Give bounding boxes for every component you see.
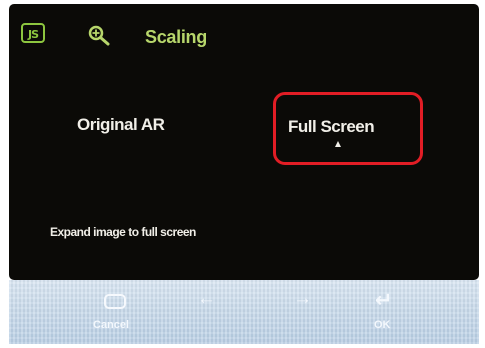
- magnify-icon: [88, 25, 110, 46]
- control-bar-texture: [9, 280, 479, 344]
- option-description: Expand image to full screen: [50, 225, 196, 239]
- page-title: Scaling: [145, 27, 207, 47]
- original-ar-option[interactable]: Original AR: [77, 115, 165, 135]
- ok-label: OK: [374, 319, 391, 331]
- brand-icon: JS: [21, 23, 45, 43]
- osd-header: JS Scaling: [9, 4, 479, 64]
- left-arrow-icon[interactable]: ←: [197, 288, 216, 310]
- right-arrow-icon[interactable]: →: [293, 288, 312, 310]
- cancel-label: Cancel: [93, 319, 130, 331]
- enter-icon[interactable]: ↵: [375, 288, 393, 313]
- monitor-osd-screen: JS Scaling Original AR Full Screen Expan…: [9, 4, 479, 280]
- cancel-icon[interactable]: [104, 294, 126, 309]
- monitor-control-bar: Cancel ← → ↵ OK: [9, 280, 479, 344]
- full-screen-option[interactable]: Full Screen: [288, 117, 375, 137]
- selection-caret-icon: [335, 141, 341, 147]
